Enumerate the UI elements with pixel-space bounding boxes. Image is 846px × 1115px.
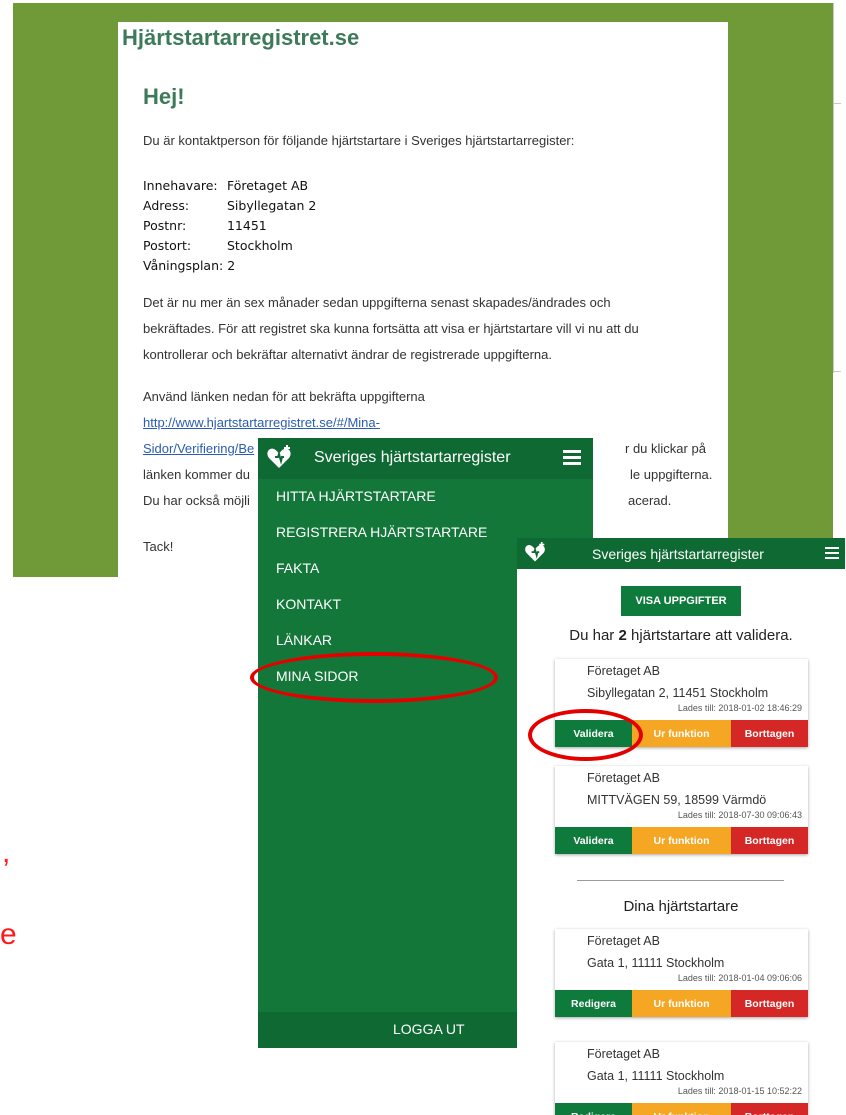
email-line-fragment: Du har också möjli	[143, 493, 250, 508]
email-intro: Du är kontaktperson för följande hjärtst…	[143, 133, 575, 148]
detail-label: Adress:	[143, 198, 190, 213]
verification-link-cont[interactable]: Sidor/Verifiering/Be	[143, 441, 254, 456]
detail-value: Stockholm	[226, 238, 293, 253]
link-intro: Använd länken nedan för att bekräfta upp…	[143, 389, 425, 404]
card-added-time: Lades till: 2018-01-04 09:06:06	[677, 973, 802, 983]
logout-button[interactable]: LOGGA UT	[393, 1021, 465, 1037]
detail-value: Sibyllegatan 2	[226, 198, 317, 213]
phone-app-title: Sveriges hjärtstartarregister	[592, 546, 764, 562]
section-divider	[577, 880, 784, 881]
validate-count-text: Du har 2 hjärtstartare att validera.	[569, 627, 793, 644]
ur-funktion-button[interactable]: Ur funktion	[632, 827, 731, 854]
email-thanks: Tack!	[143, 539, 174, 554]
detail-label: Postnr:	[143, 218, 187, 233]
card-address: MITTVÄGEN 59, 18599 Värmdö	[587, 793, 767, 807]
card-address: Gata 1, 11111 Stockholm	[587, 1069, 725, 1083]
validate-card: Företaget AB MITTVÄGEN 59, 18599 Värmdö …	[555, 766, 808, 854]
detail-label: Innehavare:	[143, 178, 218, 193]
card-added-time: Lades till: 2018-07-30 09:06:43	[677, 810, 802, 820]
side-tick	[833, 371, 841, 372]
detail-row: Adress: Sibyllegatan 2	[143, 196, 316, 216]
mina-sidor-phone: Sveriges hjärtstartarregister VISA UPPGI…	[517, 538, 845, 1115]
borttagen-button[interactable]: Borttagen	[731, 827, 808, 854]
card-owner: Företaget AB	[587, 934, 660, 948]
visa-uppgifter-button[interactable]: VISA UPPGIFTER	[621, 586, 741, 616]
email-line-fragment: acerad.	[628, 493, 672, 508]
ur-funktion-button[interactable]: Ur funktion	[632, 990, 731, 1017]
menu-item-hitta[interactable]: HITTA HJÄRTSTARTARE	[276, 485, 487, 521]
email-line: Det är nu mer än sex månader sedan uppgi…	[143, 295, 611, 310]
section-title: Dina hjärtstartare	[623, 898, 739, 915]
email-greeting: Hej!	[143, 84, 185, 109]
validera-button[interactable]: Validera	[555, 827, 632, 854]
annotation-fragment: e	[0, 918, 17, 951]
highlight-ring-validera	[528, 709, 643, 761]
detail-value: 2	[227, 258, 236, 273]
menu-item-registrera[interactable]: REGISTRERA HJÄRTSTARTARE	[276, 521, 487, 557]
detail-row: Postnr: 11451	[143, 216, 316, 236]
highlight-ring-mina-sidor	[250, 652, 498, 703]
ur-funktion-button[interactable]: Ur funktion	[632, 720, 731, 747]
side-border	[833, 3, 834, 373]
detail-value: Företaget AB	[226, 178, 309, 193]
email-line-fragment: r du klickar på	[625, 441, 706, 456]
detail-row: Postort: Stockholm	[143, 236, 316, 256]
borttagen-button[interactable]: Borttagen	[731, 720, 808, 747]
device-details: Innehavare: Företaget AB Adress: Sibylle…	[143, 176, 316, 276]
email-line-fragment: länken kommer du	[143, 467, 250, 482]
card-owner: Företaget AB	[587, 664, 660, 678]
side-tick	[833, 103, 841, 104]
ur-funktion-button[interactable]: Ur funktion	[632, 1103, 731, 1115]
annotation-fragment: ,	[2, 836, 11, 869]
detail-row: Innehavare: Företaget AB	[143, 176, 316, 196]
detail-row: Våningsplan: 2	[143, 256, 316, 276]
redigera-button[interactable]: Redigera	[555, 1103, 632, 1115]
detail-label: Våningsplan:	[143, 258, 224, 273]
menu-item-fakta[interactable]: FAKTA	[276, 557, 487, 593]
site-title: Hjärtstartarregistret.se	[122, 25, 360, 50]
card-address: Gata 1, 11111 Stockholm	[587, 956, 725, 970]
card-owner: Företaget AB	[587, 1047, 660, 1061]
own-card: Företaget AB Gata 1, 11111 Stockholm Lad…	[555, 1042, 808, 1115]
menu-footer	[258, 1012, 517, 1048]
card-address: Sibyllegatan 2, 11451 Stockholm	[587, 686, 769, 700]
menu-app-title: Sveriges hjärtstartarregister	[314, 449, 511, 466]
phone-header: Sveriges hjärtstartarregister	[517, 538, 845, 569]
own-card: Företaget AB Gata 1, 11111 Stockholm Lad…	[555, 929, 808, 1017]
heart-logo-icon	[525, 542, 545, 562]
detail-label: Postort:	[143, 238, 192, 253]
verification-link[interactable]: http://www.hjartstartarregistret.se/#/Mi…	[143, 415, 380, 430]
email-line-fragment: le uppgifterna.	[630, 467, 713, 482]
validate-count: 2	[618, 627, 627, 644]
menu-header: Sveriges hjärtstartarregister	[258, 438, 593, 479]
menu-phone-body	[258, 747, 517, 1012]
email-line: kontrollerar och bekräftar alternativt ä…	[143, 347, 552, 362]
card-added-time: Lades till: 2018-01-02 18:46:29	[677, 703, 802, 713]
hamburger-menu-icon[interactable]	[825, 547, 839, 559]
heart-logo-icon	[267, 445, 291, 468]
borttagen-button[interactable]: Borttagen	[731, 990, 808, 1017]
menu-item-kontakt[interactable]: KONTAKT	[276, 593, 487, 629]
card-owner: Företaget AB	[587, 771, 660, 785]
detail-value: 11451	[226, 218, 267, 233]
borttagen-button[interactable]: Borttagen	[731, 1103, 808, 1115]
email-paragraph: Det är nu mer än sex månader sedan uppgi…	[143, 290, 713, 368]
redigera-button[interactable]: Redigera	[555, 990, 632, 1017]
hamburger-menu-icon[interactable]	[563, 450, 581, 465]
card-added-time: Lades till: 2018-01-15 10:52:22	[677, 1086, 802, 1096]
email-line: bekräftades. För att registret ska kunna…	[143, 321, 639, 336]
